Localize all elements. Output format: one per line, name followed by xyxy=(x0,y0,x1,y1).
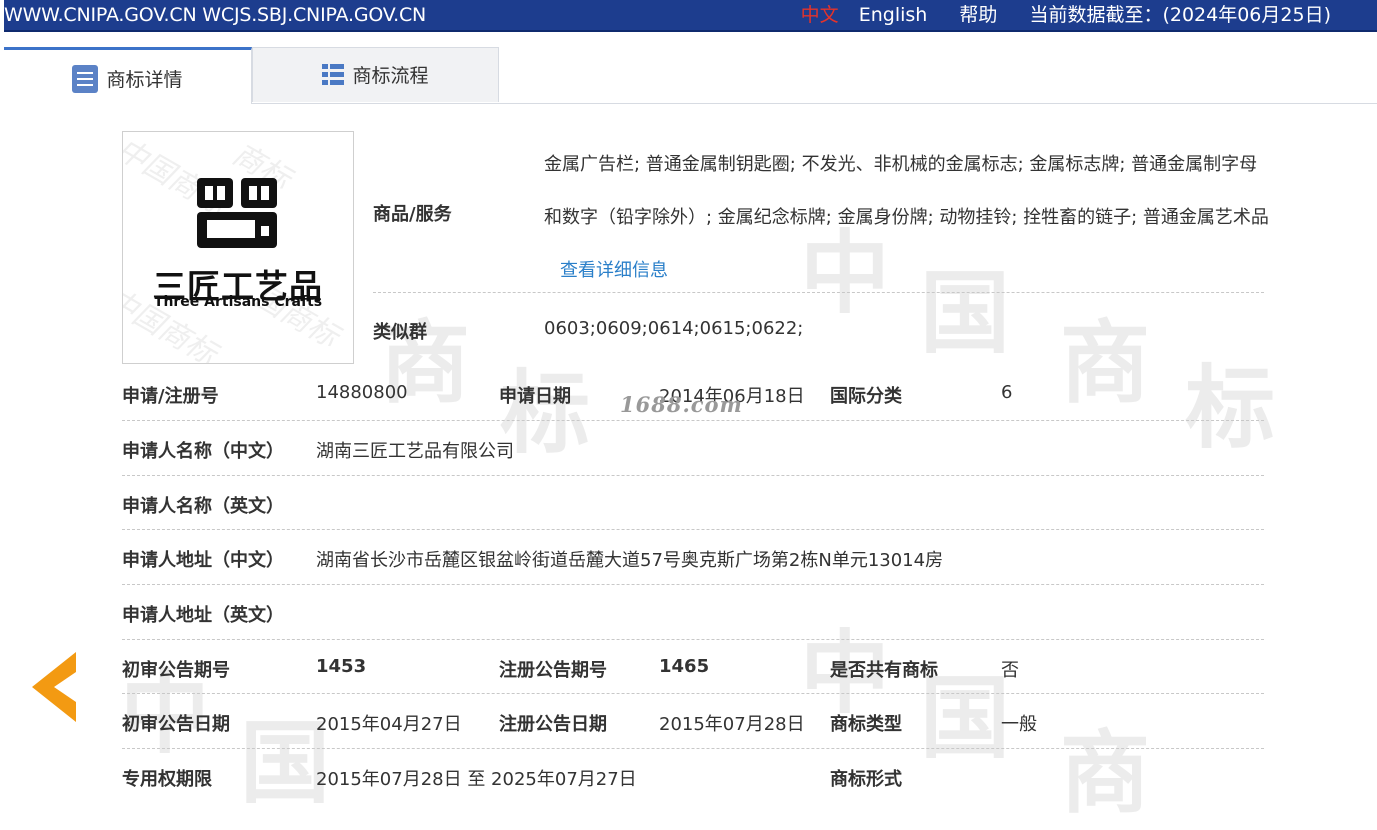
address-cn-value: 湖南省长沙市岳麓区银盆岭街道岳麓大道57号奥克斯广场第2栋N单元13014房 xyxy=(316,550,944,571)
applicant-cn-value: 湖南三匠工艺品有限公司 xyxy=(316,441,514,462)
help-link[interactable]: 帮助 xyxy=(959,4,997,26)
divider xyxy=(122,639,1264,640)
site-urls[interactable]: WWW.CNIPA.GOV.CN WCJS.SBJ.CNIPA.GOV.CN xyxy=(4,0,426,30)
document-icon xyxy=(72,64,99,93)
prelim-date-value: 2015年04月27日 xyxy=(316,714,462,735)
watermark-char: 商 xyxy=(1060,720,1150,826)
reg-issue-label: 注册公告期号 xyxy=(499,660,607,681)
shared-label: 是否共有商标 xyxy=(830,660,938,681)
watermark-stamp: 1688.com xyxy=(620,392,743,417)
divider xyxy=(122,475,1264,476)
lang-chinese-link[interactable]: 中文 xyxy=(801,4,839,26)
similar-group-label: 类似群 xyxy=(373,322,427,343)
data-date: 当前数据截至：(2024年06月25日) xyxy=(1029,4,1331,26)
type-value: 一般 xyxy=(1001,714,1037,735)
reg-no-value: 14880800 xyxy=(316,382,408,403)
trademark-mark-icon xyxy=(197,178,277,248)
shared-value: 否 xyxy=(1001,660,1019,681)
tab-label: 商标流程 xyxy=(352,65,429,87)
prelim-date-label: 初审公告日期 xyxy=(122,714,230,735)
lang-english-link[interactable]: English xyxy=(859,4,928,26)
logo-name-en: Three Artisans Crafts xyxy=(153,294,323,310)
top-bar: WWW.CNIPA.GOV.CN WCJS.SBJ.CNIPA.GOV.CN 中… xyxy=(4,0,1377,32)
prelim-issue-label: 初审公告期号 xyxy=(122,660,230,681)
goods-label: 商品/服务 xyxy=(373,204,452,225)
divider xyxy=(122,748,1264,749)
watermark-char: 标 xyxy=(1185,355,1275,461)
address-cn-label: 申请人地址（中文） xyxy=(122,550,284,571)
term-value: 2015年07月28日 至 2025年07月27日 xyxy=(316,769,637,790)
tab-bar: 商标详情 商标流程 xyxy=(4,47,1377,104)
applicant-cn-label: 申请人名称（中文） xyxy=(122,441,284,462)
intl-class-label: 国际分类 xyxy=(830,386,902,407)
tab-label: 商标详情 xyxy=(106,69,183,91)
type-label: 商标类型 xyxy=(830,714,902,735)
watermark-char: 商 xyxy=(1060,310,1150,416)
address-en-label: 申请人地址（英文） xyxy=(122,605,284,626)
intl-class-value: 6 xyxy=(1001,382,1013,403)
top-bar-right: 中文 English 帮助 当前数据截至：(2024年06月25日) xyxy=(787,0,1331,30)
divider xyxy=(122,693,1264,694)
reg-date-value: 2015年07月28日 xyxy=(659,714,805,735)
apply-date-label: 申请日期 xyxy=(499,386,571,407)
divider xyxy=(373,292,1264,293)
prelim-issue-value: 1453 xyxy=(316,656,367,677)
applicant-en-label: 申请人名称（英文） xyxy=(122,496,284,517)
reg-no-label: 申请/注册号 xyxy=(122,386,219,407)
divider xyxy=(122,420,1264,421)
tab-trademark-details[interactable]: 商标详情 xyxy=(4,47,252,104)
tab-trademark-process[interactable]: 商标流程 xyxy=(252,47,499,102)
list-icon xyxy=(322,63,345,86)
reg-date-label: 注册公告日期 xyxy=(499,714,607,735)
goods-services: 金属广告栏; 普通金属制钥匙圈; 不发光、非机械的金属标志; 金属标志牌; 普通… xyxy=(544,138,1269,297)
reg-issue-value: 1465 xyxy=(659,656,710,677)
form-label: 商标形式 xyxy=(830,769,902,790)
chevron-left-icon[interactable] xyxy=(32,652,76,722)
trademark-image[interactable]: 中国商标 商标 中国商标 国商标 三匠工艺品 Three Artisans Cr… xyxy=(122,131,354,364)
view-details-link[interactable]: 查看详细信息 xyxy=(560,260,668,281)
term-label: 专用权期限 xyxy=(122,769,212,790)
divider xyxy=(122,584,1264,585)
divider xyxy=(122,529,1264,530)
similar-group-value: 0603;0609;0614;0615;0622; xyxy=(544,318,804,339)
goods-value: 金属广告栏; 普通金属制钥匙圈; 不发光、非机械的金属标志; 金属标志牌; 普通… xyxy=(544,154,1269,228)
